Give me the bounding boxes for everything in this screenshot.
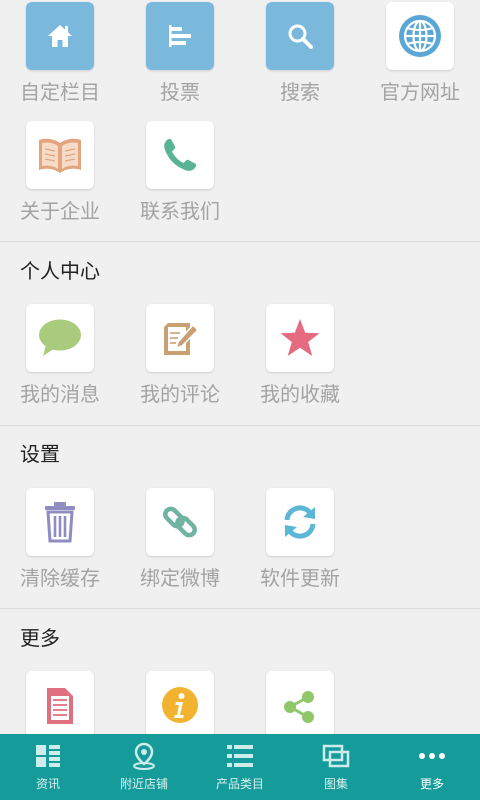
tab-product-categories-label: 产品类目 — [215, 777, 264, 791]
my-favorites-tile[interactable] — [266, 304, 334, 372]
settings-title: 设置 — [20, 442, 60, 466]
document-item[interactable] — [0, 671, 120, 734]
star-icon — [280, 319, 320, 356]
poll-icon — [169, 25, 191, 47]
info-icon — [162, 687, 198, 723]
about-company-item[interactable]: 关于企业 — [0, 121, 120, 225]
bottom-tab-bar: 资讯 附近店铺 产品类目 图集 更多 — [0, 734, 480, 800]
edit-note-icon — [164, 323, 200, 355]
globe-icon — [399, 15, 441, 57]
about-company-tile[interactable] — [26, 121, 94, 189]
official-site-label: 官方网址 — [380, 80, 460, 104]
trash-icon — [45, 502, 75, 543]
contact-us-label: 联系我们 — [140, 199, 220, 223]
list-icon — [227, 745, 253, 767]
poll-tile[interactable] — [146, 2, 214, 70]
official-site-item[interactable]: 官方网址 — [360, 2, 480, 106]
my-favorites-label: 我的收藏 — [260, 382, 340, 406]
tab-news[interactable]: 资讯 — [0, 734, 96, 800]
tab-more-label: 更多 — [419, 777, 444, 791]
clear-cache-label: 清除缓存 — [20, 566, 100, 590]
book-icon — [39, 138, 81, 173]
location-pin-icon — [133, 742, 155, 770]
my-comments-label: 我的评论 — [140, 382, 220, 406]
more-dots-icon — [419, 753, 445, 759]
more-page-content: 自定栏目 投票 搜索 官方网址 关于企业 联系我们 个人中心 我的消息 我的评论… — [0, 0, 480, 734]
my-messages-item[interactable]: 我的消息 — [0, 304, 120, 408]
document-icon — [47, 688, 73, 724]
poll-label: 投票 — [160, 80, 200, 104]
contact-us-tile[interactable] — [146, 121, 214, 189]
clear-cache-tile[interactable] — [26, 488, 94, 556]
tab-more[interactable]: 更多 — [384, 734, 480, 800]
info-tile[interactable] — [146, 671, 214, 734]
search-icon — [288, 24, 313, 49]
search-item[interactable]: 搜索 — [240, 2, 360, 106]
tab-nearby-stores-label: 附近店铺 — [119, 777, 168, 791]
custom-columns-tile[interactable] — [26, 2, 94, 70]
home-icon — [48, 25, 72, 47]
info-item[interactable] — [120, 671, 240, 734]
share-icon — [284, 691, 314, 723]
my-messages-label: 我的消息 — [20, 382, 100, 406]
gallery-icon — [322, 744, 350, 768]
phone-icon — [164, 138, 197, 171]
search-label: 搜索 — [280, 80, 320, 104]
more-title: 更多 — [20, 626, 60, 650]
grid-icon — [36, 745, 60, 767]
section-divider — [0, 608, 480, 609]
software-update-label: 软件更新 — [260, 566, 340, 590]
document-tile[interactable] — [26, 671, 94, 734]
bind-weibo-label: 绑定微博 — [140, 566, 220, 590]
tab-gallery-label: 图集 — [323, 777, 348, 791]
my-comments-tile[interactable] — [146, 304, 214, 372]
custom-columns-item[interactable]: 自定栏目 — [0, 2, 120, 106]
bind-weibo-tile[interactable] — [146, 488, 214, 556]
software-update-item[interactable]: 软件更新 — [240, 488, 360, 592]
about-company-label: 关于企业 — [20, 199, 100, 223]
official-site-tile[interactable] — [386, 2, 454, 70]
my-comments-item[interactable]: 我的评论 — [120, 304, 240, 408]
clear-cache-item[interactable]: 清除缓存 — [0, 488, 120, 592]
contact-us-item[interactable]: 联系我们 — [120, 121, 240, 225]
share-item[interactable] — [240, 671, 360, 734]
tab-gallery[interactable]: 图集 — [288, 734, 384, 800]
share-tile[interactable] — [266, 671, 334, 734]
tab-product-categories[interactable]: 产品类目 — [192, 734, 288, 800]
software-update-tile[interactable] — [266, 488, 334, 556]
refresh-icon — [284, 505, 316, 539]
personal-center-title: 个人中心 — [20, 259, 100, 283]
link-icon — [163, 506, 197, 538]
bind-weibo-item[interactable]: 绑定微博 — [120, 488, 240, 592]
my-messages-tile[interactable] — [26, 304, 94, 372]
section-divider — [0, 241, 480, 242]
search-tile[interactable] — [266, 2, 334, 70]
poll-item[interactable]: 投票 — [120, 2, 240, 106]
custom-columns-label: 自定栏目 — [20, 80, 100, 104]
my-favorites-item[interactable]: 我的收藏 — [240, 304, 360, 408]
tab-news-label: 资讯 — [35, 777, 60, 791]
speech-bubble-icon — [39, 319, 81, 356]
tab-nearby-stores[interactable]: 附近店铺 — [96, 734, 192, 800]
section-divider — [0, 425, 480, 426]
